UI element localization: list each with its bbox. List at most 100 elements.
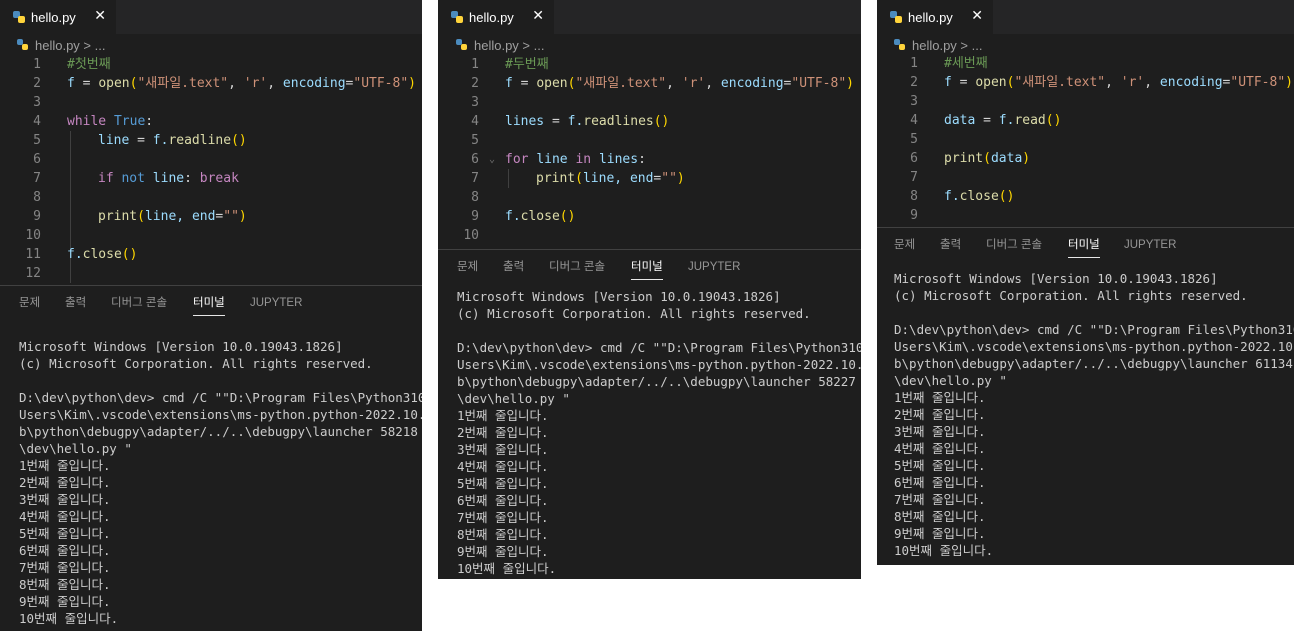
code-editor[interactable]: 1 #두번째 2f = open("새파일.text", 'r', encodin… xyxy=(438,55,861,247)
terminal-line: 6번째 줄입니다. xyxy=(19,543,111,558)
code-line: 2f = open("새파일.text", 'r', encoding="UTF… xyxy=(910,75,1293,90)
panel-divider[interactable] xyxy=(0,285,422,286)
tab-output[interactable]: 출력 xyxy=(940,229,961,261)
terminal-output[interactable]: Microsoft Windows [Version 10.0.19043.18… xyxy=(457,288,861,577)
terminal-line: Users\Kim\.vscode\extensions\ms-python.p… xyxy=(19,407,422,422)
tab-debug-console[interactable]: 디버그 콘솔 xyxy=(111,287,167,319)
terminal-line: (c) Microsoft Corporation. All rights re… xyxy=(457,306,811,321)
tab-problems[interactable]: 문제 xyxy=(457,251,478,283)
code-line: 5 line = f.readline() xyxy=(33,133,247,148)
terminal-line: Users\Kim\.vscode\extensions\ms-python.p… xyxy=(894,339,1294,354)
panel-tabs: 문제 출력 디버그 콘솔 터미널 JUPYTER xyxy=(0,287,422,319)
tab-problems[interactable]: 문제 xyxy=(19,287,40,319)
terminal-line: 6번째 줄입니다. xyxy=(894,475,986,490)
code-line: 10 xyxy=(25,228,41,243)
terminal-line: 2번째 줄입니다. xyxy=(19,475,111,490)
code-editor[interactable]: 1 #첫번째 2f = open("새파일.text", 'r', encodin… xyxy=(0,55,422,284)
tab-hello-py[interactable]: hello.py ✕ xyxy=(438,0,554,34)
breadcrumb[interactable]: hello.py > ... xyxy=(456,36,544,54)
terminal-line: 1번째 줄입니다. xyxy=(19,458,111,473)
fold-chevron-icon[interactable]: ⌄ xyxy=(489,150,495,169)
breadcrumb-text: hello.py > ... xyxy=(912,37,983,53)
terminal-line: 1번째 줄입니다. xyxy=(894,390,986,405)
terminal-line: 7번째 줄입니다. xyxy=(894,492,986,507)
code-line: 6 xyxy=(33,152,41,167)
terminal-line: 7번째 줄입니다. xyxy=(19,560,111,575)
tab-label: hello.py xyxy=(908,9,953,25)
terminal-line: Users\Kim\.vscode\extensions\ms-python.p… xyxy=(457,357,861,372)
panel-divider[interactable] xyxy=(438,249,861,250)
terminal-line: 4번째 줄입니다. xyxy=(894,441,986,456)
panel-divider[interactable] xyxy=(877,227,1294,228)
tab-debug-console[interactable]: 디버그 콘솔 xyxy=(549,251,605,283)
tab-bar: hello.py ✕ xyxy=(438,0,861,34)
terminal-line: 6번째 줄입니다. xyxy=(457,493,549,508)
terminal-line: \dev\hello.py " xyxy=(894,373,1007,388)
python-file-icon xyxy=(894,39,906,51)
tab-output[interactable]: 출력 xyxy=(65,287,86,319)
breadcrumb[interactable]: hello.py > ... xyxy=(894,36,982,54)
code-line: 1 #두번째 xyxy=(471,57,549,72)
terminal-line: 2번째 줄입니다. xyxy=(894,407,986,422)
terminal-line: 3번째 줄입니다. xyxy=(457,442,549,457)
tab-terminal[interactable]: 터미널 xyxy=(1068,229,1100,261)
terminal-line: Microsoft Windows [Version 10.0.19043.18… xyxy=(457,289,781,304)
code-line: 7 print(line, end="") xyxy=(471,171,685,186)
code-line: 1 #첫번째 xyxy=(33,57,111,72)
terminal-line: \dev\hello.py " xyxy=(457,391,570,406)
terminal-line: 5번째 줄입니다. xyxy=(19,526,111,541)
tab-jupyter[interactable]: JUPYTER xyxy=(250,287,302,319)
terminal-line: 8번째 줄입니다. xyxy=(457,527,549,542)
terminal-line: 9번째 줄입니다. xyxy=(457,544,549,559)
breadcrumb-text: hello.py > ... xyxy=(474,37,545,53)
terminal-line: Microsoft Windows [Version 10.0.19043.18… xyxy=(19,339,343,354)
code-line: 6 ⌄ for line in lines: xyxy=(471,150,646,169)
tab-terminal[interactable]: 터미널 xyxy=(631,251,663,283)
code-line: 8 f.close() xyxy=(910,189,1015,204)
tab-debug-console[interactable]: 디버그 콘솔 xyxy=(986,229,1042,261)
breadcrumb[interactable]: hello.py > ... xyxy=(17,36,105,54)
terminal-output[interactable]: Microsoft Windows [Version 10.0.19043.18… xyxy=(894,270,1294,559)
close-icon[interactable]: ✕ xyxy=(971,8,983,24)
code-line: 9 f.close() xyxy=(471,209,576,224)
code-line: 11 f.close() xyxy=(25,247,138,262)
terminal-line: 4번째 줄입니다. xyxy=(457,459,549,474)
tab-hello-py[interactable]: hello.py ✕ xyxy=(0,0,116,34)
code-line: 4 while True: xyxy=(33,114,154,129)
close-icon[interactable]: ✕ xyxy=(532,8,544,24)
terminal-line: 10번째 줄입니다. xyxy=(894,543,994,558)
tab-problems[interactable]: 문제 xyxy=(894,229,915,261)
tab-terminal[interactable]: 터미널 xyxy=(193,287,225,319)
code-line: 12 xyxy=(25,266,41,281)
terminal-line: 10번째 줄입니다. xyxy=(19,611,119,626)
terminal-line: 2번째 줄입니다. xyxy=(457,425,549,440)
tab-output[interactable]: 출력 xyxy=(503,251,524,283)
terminal-line: 9번째 줄입니다. xyxy=(894,526,986,541)
code-line: 4 lines = f.readlines() xyxy=(471,114,670,129)
tab-jupyter[interactable]: JUPYTER xyxy=(688,251,740,283)
code-line: 5 xyxy=(471,133,479,148)
tab-hello-py[interactable]: hello.py ✕ xyxy=(877,0,993,34)
code-editor[interactable]: 1 #세번째 2f = open("새파일.text", 'r', encodin… xyxy=(877,54,1294,226)
code-line: 2f = open("새파일.text", 'r', encoding="UTF… xyxy=(471,76,854,91)
python-file-icon xyxy=(13,11,25,23)
tab-jupyter[interactable]: JUPYTER xyxy=(1124,229,1176,261)
terminal-output[interactable]: Microsoft Windows [Version 10.0.19043.18… xyxy=(19,338,422,627)
code-line: 2f = open("새파일.text", 'r', encoding="UTF… xyxy=(33,76,416,91)
python-file-icon xyxy=(890,11,902,23)
code-line: 8 xyxy=(471,190,479,205)
panel-tabs: 문제 출력 디버그 콘솔 터미널 JUPYTER xyxy=(438,251,861,283)
terminal-line: 8번째 줄입니다. xyxy=(894,509,986,524)
code-line: 7 xyxy=(910,170,918,185)
close-icon[interactable]: ✕ xyxy=(94,8,106,24)
code-line: 8 xyxy=(33,190,41,205)
terminal-line: \dev\hello.py " xyxy=(19,441,132,456)
code-line: 3 xyxy=(471,95,479,110)
editor-window-2: hello.py ✕ hello.py > ... 1 #두번째 2f = ope… xyxy=(438,0,861,579)
terminal-line: 5번째 줄입니다. xyxy=(457,476,549,491)
code-line: 9 xyxy=(910,208,918,223)
tab-label: hello.py xyxy=(469,9,514,25)
